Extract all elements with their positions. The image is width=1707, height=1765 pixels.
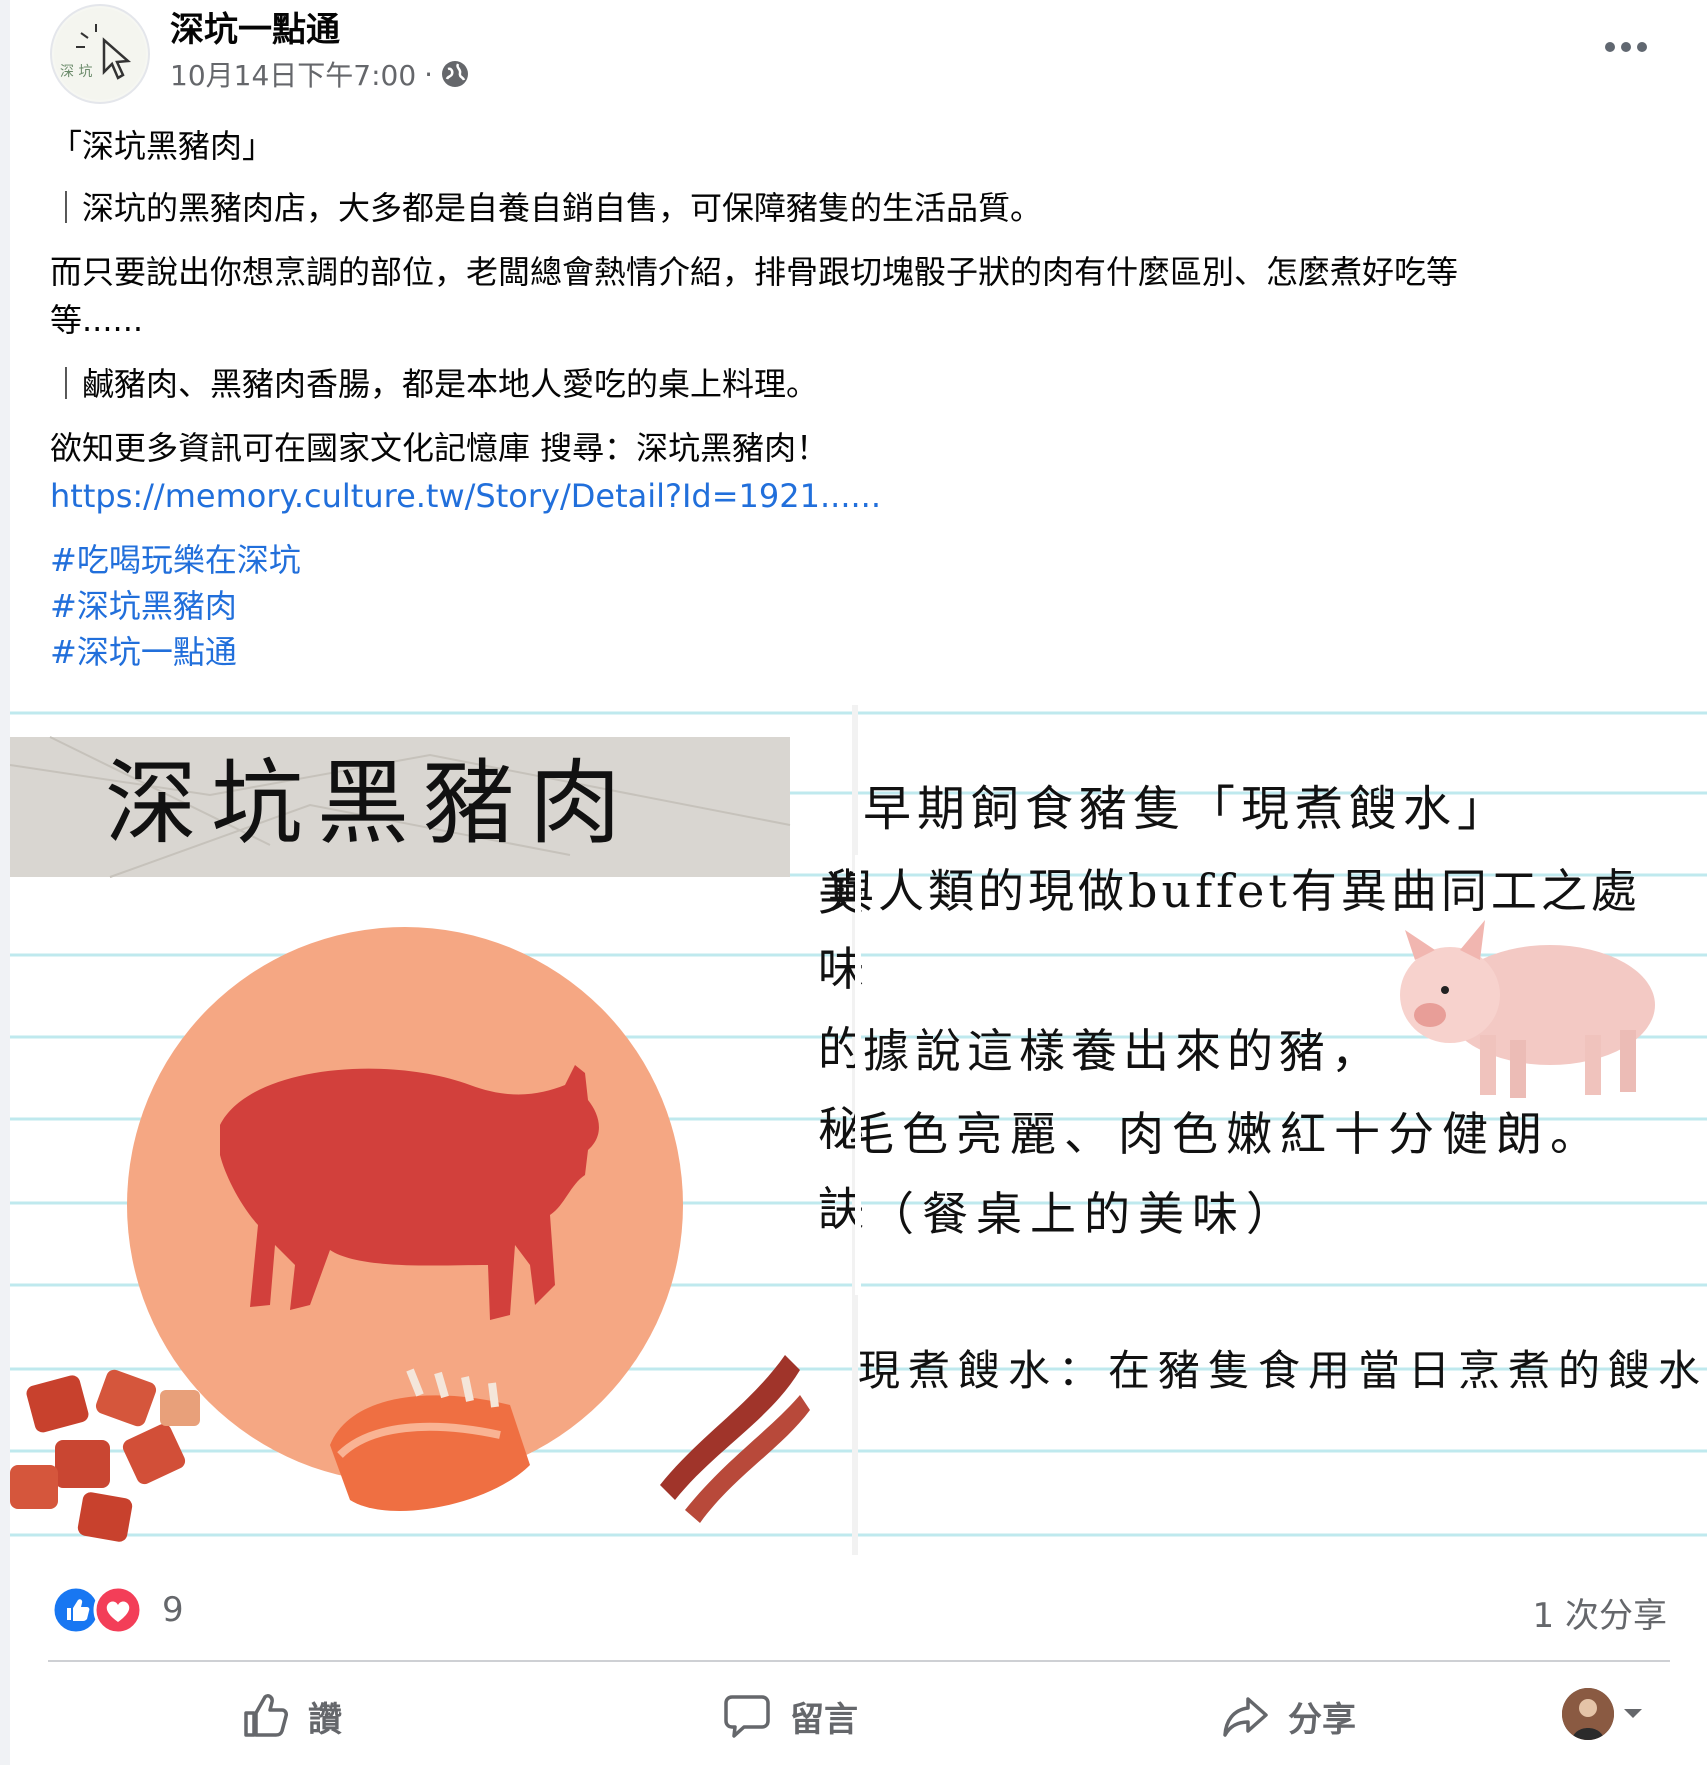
post-meta: 10月14日下午7:00 · (170, 54, 469, 94)
comment-button[interactable]: 留言 (722, 1684, 858, 1748)
post-paragraph-4: 欲知更多資訊可在國家文化記憶庫 搜尋：深坑黑豬肉！ (50, 429, 829, 467)
piglet-photo (1400, 920, 1655, 1098)
post-paragraph-2-line-1: 而只要說出你想烹調的部位，老闆總會熱情介紹，排骨跟切塊骰子狀的肉有什麼區別、怎麼… (50, 253, 1459, 291)
share-label: 分享 (1288, 1699, 1356, 1740)
meat-cubes-icon (10, 1369, 200, 1542)
reaction-identity-selector[interactable] (1562, 1688, 1644, 1740)
meta-separator: · (424, 57, 434, 91)
right-line-5: （餐桌上的美味） (868, 1187, 1300, 1241)
love-reaction-icon (93, 1585, 143, 1635)
globe-icon[interactable] (441, 60, 469, 88)
avatar-text: 深 坑 (60, 64, 92, 80)
image-canvas: 深坑黑豬肉 早期飼食豬隻「現煮餿水」 與人類的現做buffet有異曲同工之處 據… (10, 705, 1707, 1555)
handwritten-text: 早期飼食豬隻「現煮餿水」 與人類的現做buffet有異曲同工之處 據說這樣養出來… (828, 781, 1707, 1395)
right-line-2: 與人類的現做buffet有異曲同工之處 (828, 864, 1641, 918)
bacon-icon (660, 1355, 810, 1523)
more-options-button[interactable] (1596, 22, 1656, 72)
hashtag-link[interactable]: #吃喝玩樂在深坑 (50, 536, 301, 584)
share-arrow-icon (1223, 1697, 1268, 1737)
page-name-link[interactable]: 深坑一點通 (170, 2, 340, 51)
post-title: 「深坑黑豬肉」 (50, 127, 275, 165)
like-reaction-icon (52, 1585, 101, 1635)
actions-divider (48, 1660, 1670, 1662)
share-button[interactable]: 分享 (1220, 1684, 1356, 1748)
post-paragraph-1: ｜深坑的黑豬肉店，大多都是自養自銷自售，可保障豬隻的生活品質。 (50, 189, 1043, 227)
ellipsis-icon (1605, 42, 1647, 52)
like-label: 讚 (308, 1699, 342, 1740)
reaction-icons (52, 1585, 143, 1635)
right-line-4: 毛色亮麗、肉色嫩紅十分健朗。 (848, 1107, 1604, 1161)
post-paragraph-3: ｜鹹豬肉、黑豬肉香腸，都是本地人愛吃的桌上料理。 (50, 365, 819, 403)
page-avatar[interactable]: 深 坑 (50, 4, 150, 104)
comment-bubble-icon (724, 1695, 770, 1738)
viewer-avatar (1562, 1688, 1614, 1740)
reaction-summary[interactable]: 9 (52, 1584, 184, 1636)
banner-title: 深坑黑豬肉 (105, 750, 635, 857)
reaction-count[interactable]: 9 (162, 1590, 184, 1630)
cursor-logo-icon: 深 坑 (54, 8, 146, 100)
viewer-photo (1562, 1688, 1614, 1740)
post-paragraph-2-line-2: 等...... (50, 301, 144, 339)
caret-down-icon (1624, 1709, 1642, 1718)
external-link[interactable]: https://memory.culture.tw/Story/Detail?I… (50, 472, 881, 520)
hashtag-link[interactable]: #深坑一點通 (50, 628, 237, 676)
right-line-1: 早期飼食豬隻「現煮餿水」 (863, 781, 1511, 837)
comment-label: 留言 (790, 1699, 858, 1740)
post-timestamp[interactable]: 10月14日下午7:00 (170, 54, 416, 94)
like-button[interactable]: 讚 (240, 1684, 342, 1748)
right-line-6: 現煮餿水：在豬隻食用當日烹煮的餿水 (858, 1346, 1707, 1395)
feed-background-edge (0, 0, 10, 1765)
thumbs-up-icon (244, 1694, 288, 1737)
hashtag-link[interactable]: #深坑黑豬肉 (50, 582, 237, 630)
facebook-post: 深 坑 深坑一點通 10月14日下午7:00 · 「深坑黑豬肉」 ｜深坑的黑豬肉… (0, 0, 1707, 1765)
share-count[interactable]: 1 次分享 (1533, 1588, 1667, 1637)
post-image[interactable]: 深坑黑豬肉 早期飼食豬隻「現煮餿水」 與人類的現做buffet有異曲同工之處 據… (10, 705, 1707, 1555)
right-line-3: 據說這樣養出來的豬， (863, 1024, 1383, 1078)
